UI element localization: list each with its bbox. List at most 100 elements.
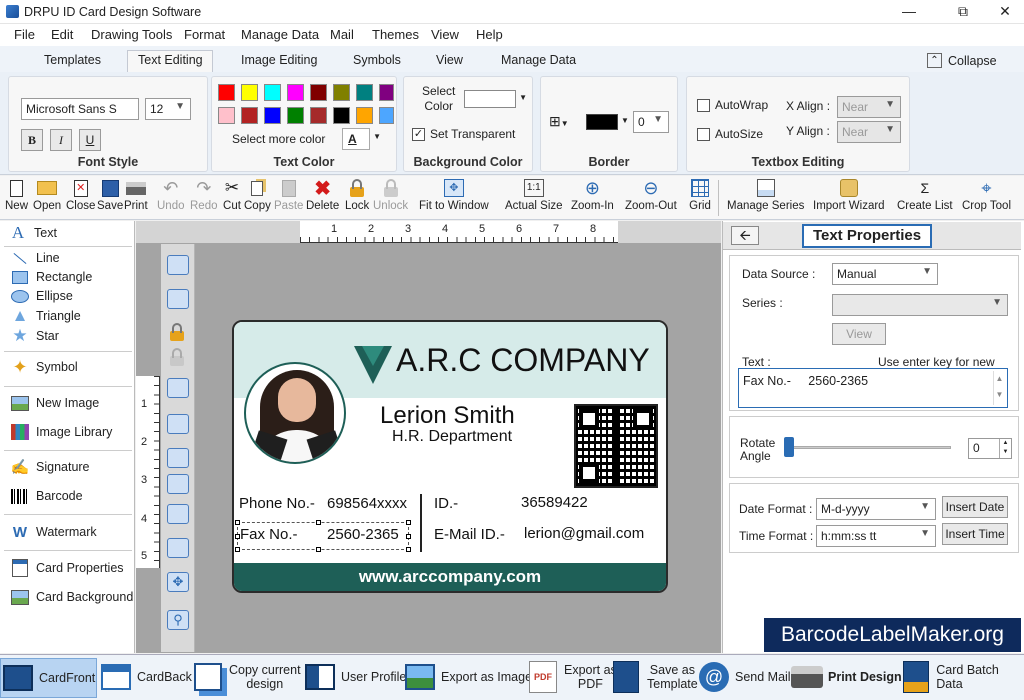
ellipse-tool[interactable]: Ellipse [10,287,73,305]
color-swatch[interactable] [356,107,373,124]
unlock-button[interactable]: Unlock [373,178,408,212]
crop-tool-button[interactable]: ⌖ Crop Tool [962,178,1011,213]
email-label[interactable]: E-Mail ID.- [434,526,505,543]
color-swatch[interactable] [379,84,394,101]
line-tool[interactable]: Line [10,249,60,267]
copy-design-button[interactable]: Copy current design [191,659,301,695]
date-format-select[interactable]: M-d-yyyy ▼ [816,498,936,520]
phone-value[interactable]: 698564xxxx [327,495,407,512]
card-front-button[interactable]: CardFront [0,658,97,698]
align-top-icon[interactable] [167,448,189,468]
cut-button[interactable]: ✂ Cut [221,178,243,212]
fax-value[interactable]: 2560-2365 [327,526,399,543]
id-label[interactable]: ID.- [434,495,458,512]
card-batch-data-button[interactable]: Card Batch Data [900,659,1024,695]
tab-templates[interactable]: Templates [44,53,101,67]
menu-themes[interactable]: Themes [372,27,419,42]
zoom-out-button[interactable]: ⊖ Zoom-Out [625,178,677,213]
color-swatch[interactable] [264,84,281,101]
id-card-front[interactable]: A.R.C COMPANY Lerion Smith H.R. Departme… [232,320,668,593]
maximize-icon[interactable]: ⧉ [940,0,986,24]
color-swatch[interactable] [241,107,258,124]
border-color-picker[interactable] [586,114,618,130]
tab-image-editing[interactable]: Image Editing [241,53,317,67]
employee-photo[interactable] [244,362,346,464]
x-align-select[interactable]: Near ▼ [837,96,901,118]
rotate-angle-input[interactable]: 0 ▲ ▼ [968,438,1012,459]
border-style-icon[interactable]: ⊞▼ [549,113,569,130]
signature-tool[interactable]: ✍ Signature [10,458,90,476]
chevron-down-icon[interactable]: ▼ [621,116,629,125]
rotate-slider-thumb[interactable] [784,437,794,457]
color-swatch[interactable] [379,107,394,124]
image-library-tool[interactable]: Image Library [10,423,112,441]
print-design-button[interactable]: Print Design [790,659,902,695]
underline-button[interactable]: U [79,129,101,151]
font-family-select[interactable]: Microsoft Sans S [21,98,139,120]
color-swatch[interactable] [264,107,281,124]
star-tool[interactable]: ★ Star [10,326,59,345]
user-profile-button[interactable]: User Profile [303,659,406,695]
font-size-select[interactable]: 12 ▼ [145,98,191,120]
close-button[interactable]: ✕ Close [66,178,95,212]
bold-button[interactable]: B [21,129,43,151]
zoom-in-button[interactable]: ⊕ Zoom-In [571,178,614,213]
align-middle-icon[interactable] [167,538,189,558]
qr-code[interactable] [574,404,658,488]
text-value-input[interactable]: Fax No.- 2560-2365 [738,368,1008,408]
align-right-icon[interactable] [167,414,189,434]
new-button[interactable]: New [5,178,28,212]
autosize-checkbox[interactable]: AutoSize [697,127,763,141]
set-transparent-checkbox[interactable]: ✓ Set Transparent [412,127,515,141]
tab-symbols[interactable]: Symbols [353,53,401,67]
employee-department[interactable]: H.R. Department [392,428,512,446]
color-swatch[interactable] [287,107,304,124]
symbol-tool[interactable]: ✦ Symbol [10,357,77,377]
lock-object-icon[interactable] [170,322,186,342]
fit-to-window-button[interactable]: ✥ Fit to Window [419,178,489,212]
undo-button[interactable]: ↶ Undo [157,178,185,213]
lock-button[interactable]: Lock [345,178,369,212]
close-icon[interactable]: ✕ [982,0,1024,24]
data-source-select[interactable]: Manual ▼ [832,263,938,285]
select-more-color[interactable]: Select more color [232,132,325,146]
barcode-tool[interactable]: Barcode [10,487,83,505]
align-left-icon[interactable] [167,378,189,398]
rotate-slider-track[interactable] [788,446,951,449]
redo-button[interactable]: ↷ Redo [190,178,218,213]
tab-manage-data[interactable]: Manage Data [501,53,576,67]
align-center-icon[interactable] [167,474,189,494]
card-background-tool[interactable]: Card Background [10,588,133,606]
menu-mail[interactable]: Mail [330,27,354,42]
grid-button[interactable]: Grid [689,178,711,212]
save-template-button[interactable]: Save as Template [609,659,698,695]
new-image-tool[interactable]: New Image [10,394,99,412]
minimize-icon[interactable]: — [886,0,932,24]
send-back-icon[interactable] [167,289,189,309]
employee-name[interactable]: Lerion Smith [380,402,515,430]
phone-label[interactable]: Phone No.- [239,495,315,512]
series-select[interactable]: ▼ [832,294,1008,316]
triangle-tool[interactable]: ▲ Triangle [10,306,81,325]
color-swatch[interactable] [218,84,235,101]
tab-text-editing[interactable]: Text Editing [138,53,203,67]
italic-button[interactable]: I [50,129,72,151]
bring-front-icon[interactable] [167,255,189,275]
center-object-icon[interactable]: ✥ [167,572,189,592]
tab-view[interactable]: View [436,53,463,67]
paste-button[interactable]: Paste [274,178,303,212]
background-color-picker[interactable]: ▼ [464,90,527,108]
align-bottom-icon[interactable] [167,504,189,524]
insert-time-button[interactable]: Insert Time [942,523,1008,545]
unlock-object-icon[interactable] [170,347,186,367]
menu-format[interactable]: Format [184,27,225,42]
id-value[interactable]: 36589422 [521,494,588,511]
textarea-scrollbar[interactable]: ▲ ▼ [993,371,1005,405]
autowrap-checkbox[interactable]: AutoWrap [697,98,768,112]
y-align-select[interactable]: Near ▼ [837,121,901,143]
zoom-object-icon[interactable]: ⚲ [167,610,189,630]
open-button[interactable]: Open [33,178,61,212]
card-properties-tool[interactable]: Card Properties [10,559,124,577]
view-button[interactable]: View [832,323,886,345]
color-swatch[interactable] [310,84,327,101]
